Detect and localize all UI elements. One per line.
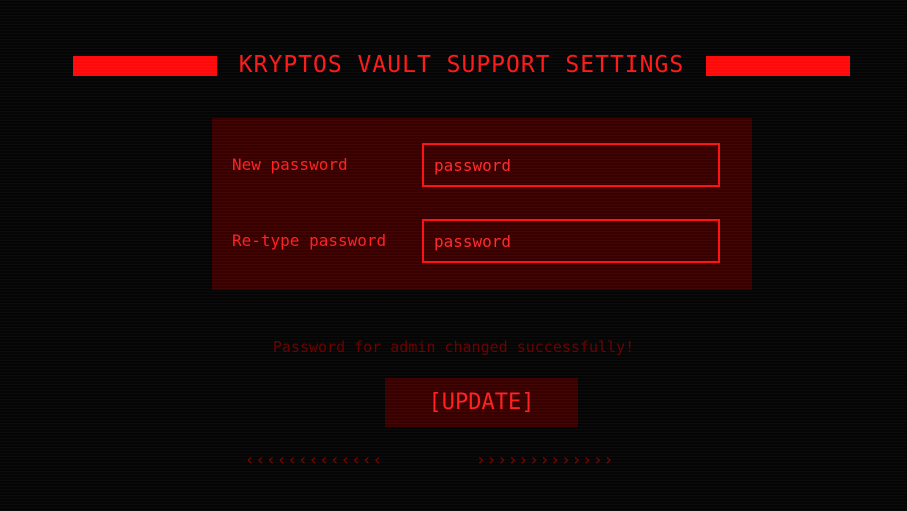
header-bar-right [706, 56, 850, 76]
update-button[interactable]: [UPDATE] [385, 378, 578, 427]
header-bar-left [73, 56, 217, 76]
page-title: KRYPTOS VAULT SUPPORT SETTINGS [238, 52, 685, 78]
retype-password-input[interactable] [422, 219, 720, 263]
status-message: Password for admin changed successfully! [272, 338, 635, 356]
new-password-input[interactable] [422, 143, 720, 187]
new-password-label: New password [232, 155, 348, 174]
retype-password-label: Re-type password [232, 231, 387, 250]
password-form-panel: New password Re-type password [212, 118, 752, 290]
right-chevrons-decoration: ››››››››››››› [476, 450, 615, 469]
left-chevrons-decoration: ‹‹‹‹‹‹‹‹‹‹‹‹‹ [245, 450, 384, 469]
